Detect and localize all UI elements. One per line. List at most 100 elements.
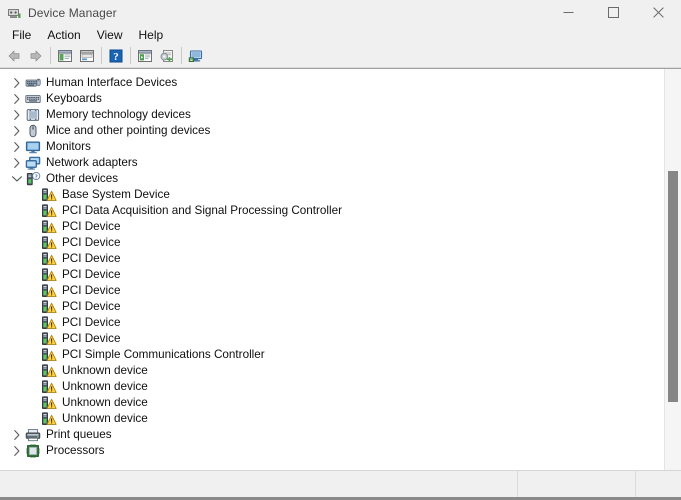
- tree-item-label: Unknown device: [62, 396, 148, 409]
- toolbar-separator: [101, 47, 102, 64]
- tree-item-label: Unknown device: [62, 412, 148, 425]
- uninstall-device-button[interactable]: [156, 45, 178, 67]
- tree-item-pci-device[interactable]: PCI Device: [0, 219, 664, 235]
- tree-item-label: PCI Simple Communications Controller: [62, 348, 265, 361]
- tree-item-label: Unknown device: [62, 364, 148, 377]
- maximize-button[interactable]: [591, 0, 636, 25]
- tree-item-pci-device[interactable]: PCI Device: [0, 235, 664, 251]
- unknown-device-warning-icon: [41, 315, 57, 331]
- tree-item-pci-device[interactable]: PCI Device: [0, 331, 664, 347]
- tree-item-pci-data-acquisition-and-signal-processing-controller[interactable]: PCI Data Acquisition and Signal Processi…: [0, 203, 664, 219]
- content-area: ?: [0, 68, 681, 470]
- network-adapter-icon: [25, 155, 41, 171]
- unknown-device-warning-icon: [41, 187, 57, 203]
- minimize-button[interactable]: [546, 0, 591, 25]
- toolbar-separator: [130, 47, 131, 64]
- unknown-device-warning-icon: [41, 411, 57, 427]
- unknown-device-warning-icon: [41, 251, 57, 267]
- menu-file[interactable]: File: [4, 26, 39, 44]
- status-panel-tertiary: [636, 471, 681, 497]
- tree-node-network-adapters[interactable]: Network adapters: [0, 155, 664, 171]
- tree-item-label: Human Interface Devices: [46, 76, 178, 89]
- tree-item-label: PCI Device: [62, 236, 121, 249]
- help-button[interactable]: ?: [105, 45, 127, 67]
- unknown-device-warning-icon: [41, 395, 57, 411]
- tree-item-pci-device[interactable]: PCI Device: [0, 267, 664, 283]
- tree-item-label: PCI Device: [62, 268, 121, 281]
- status-panel-secondary: [518, 471, 636, 497]
- tree-node-memory-technology-devices[interactable]: Memory technology devices: [0, 107, 664, 123]
- back-button[interactable]: [3, 45, 25, 67]
- chevron-right-icon[interactable]: [9, 139, 25, 155]
- tree-item-label: Unknown device: [62, 380, 148, 393]
- chevron-right-icon[interactable]: [9, 427, 25, 443]
- tree-node-keyboards[interactable]: Keyboards: [0, 91, 664, 107]
- tree-item-unknown-device[interactable]: Unknown device: [0, 395, 664, 411]
- tree-node-other-devices[interactable]: Other devices: [0, 171, 664, 187]
- hid-device-icon: [25, 75, 41, 91]
- tree-item-pci-device[interactable]: PCI Device: [0, 299, 664, 315]
- unknown-device-warning-icon: [41, 219, 57, 235]
- tree-item-label: Mice and other pointing devices: [46, 124, 211, 137]
- chevron-right-icon[interactable]: [9, 123, 25, 139]
- forward-button[interactable]: [25, 45, 47, 67]
- tree-item-pci-simple-communications-controller[interactable]: PCI Simple Communications Controller: [0, 347, 664, 363]
- chevron-right-icon[interactable]: [9, 443, 25, 459]
- tree-node-print-queues[interactable]: Print queues: [0, 427, 664, 443]
- device-manager-icon: [6, 5, 22, 21]
- tree-item-label: Processors: [46, 444, 105, 457]
- svg-text:?: ?: [113, 51, 119, 63]
- tree-item-label: Network adapters: [46, 156, 138, 169]
- tree-node-processors[interactable]: Processors: [0, 443, 664, 459]
- monitor-icon: [25, 139, 41, 155]
- window-title: Device Manager: [28, 5, 117, 20]
- tree-item-label: PCI Device: [62, 284, 121, 297]
- show-hide-console-tree-button[interactable]: [54, 45, 76, 67]
- toolbar-separator: [181, 47, 182, 64]
- tree-item-label: Print queues: [46, 428, 112, 441]
- keyboard-icon: [25, 91, 41, 107]
- tree-item-pci-device[interactable]: PCI Device: [0, 315, 664, 331]
- menu-help[interactable]: Help: [131, 26, 172, 44]
- status-panel-main: [0, 471, 518, 497]
- unknown-device-warning-icon: [41, 299, 57, 315]
- tree-item-pci-device[interactable]: PCI Device: [0, 251, 664, 267]
- unknown-device-warning-icon: [41, 379, 57, 395]
- title-bar: Device Manager: [0, 0, 681, 25]
- menu-view[interactable]: View: [89, 26, 131, 44]
- chevron-right-icon[interactable]: [9, 75, 25, 91]
- tree-item-label: PCI Device: [62, 220, 121, 233]
- processor-chip-icon: [25, 443, 41, 459]
- mouse-icon: [25, 123, 41, 139]
- tree-item-base-system-device[interactable]: Base System Device: [0, 187, 664, 203]
- properties-button[interactable]: [76, 45, 98, 67]
- scrollbar-thumb[interactable]: [667, 170, 679, 403]
- tree-item-unknown-device[interactable]: Unknown device: [0, 363, 664, 379]
- update-driver-button[interactable]: [134, 45, 156, 67]
- tree-item-label: PCI Device: [62, 332, 121, 345]
- tree-item-label: PCI Device: [62, 252, 121, 265]
- chevron-right-icon[interactable]: [9, 155, 25, 171]
- toolbar-separator: [50, 47, 51, 64]
- tree-item-unknown-device[interactable]: Unknown device: [0, 379, 664, 395]
- chevron-right-icon[interactable]: [9, 91, 25, 107]
- tree-item-label: Other devices: [46, 172, 119, 185]
- tree-item-label: PCI Data Acquisition and Signal Processi…: [62, 204, 342, 217]
- menu-action[interactable]: Action: [39, 26, 88, 44]
- close-button[interactable]: [636, 0, 681, 25]
- scan-for-hardware-changes-button[interactable]: [185, 45, 207, 67]
- tree-node-human-interface-devices[interactable]: Human Interface Devices: [0, 75, 664, 91]
- unknown-device-warning-icon: [41, 347, 57, 363]
- tree-item-label: PCI Device: [62, 316, 121, 329]
- chevron-right-icon[interactable]: [9, 107, 25, 123]
- tree-item-unknown-device[interactable]: Unknown device: [0, 411, 664, 427]
- unknown-device-warning-icon: [41, 203, 57, 219]
- vertical-scrollbar[interactable]: [664, 69, 681, 470]
- tree-node-monitors[interactable]: Monitors: [0, 139, 664, 155]
- printer-icon: [25, 427, 41, 443]
- device-tree[interactable]: Human Interface Devices Keyboards Memory t…: [0, 69, 664, 470]
- tree-item-label: Base System Device: [62, 188, 170, 201]
- tree-item-pci-device[interactable]: PCI Device: [0, 283, 664, 299]
- tree-node-mice-and-other-pointing-devices[interactable]: Mice and other pointing devices: [0, 123, 664, 139]
- chevron-down-icon[interactable]: [9, 171, 25, 187]
